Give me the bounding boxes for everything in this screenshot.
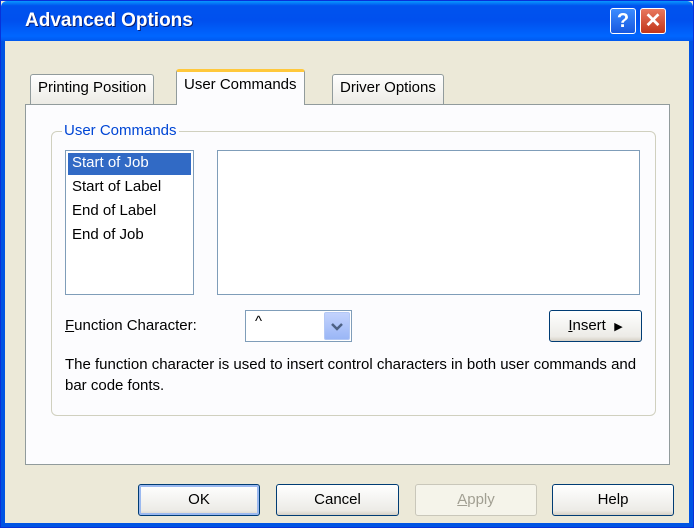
list-item-start-of-job[interactable]: Start of Job bbox=[68, 153, 191, 175]
apply-button-text: pply bbox=[467, 491, 495, 508]
function-character-value: ^ bbox=[255, 313, 263, 330]
play-arrow-icon: ▶ bbox=[614, 321, 623, 333]
window-border-right bbox=[689, 41, 693, 527]
insert-button-text: nsert bbox=[572, 317, 606, 334]
function-character-label: Function Character: bbox=[65, 317, 197, 334]
tab-user-commands[interactable]: User Commands bbox=[176, 69, 305, 105]
function-character-select[interactable]: ^ bbox=[245, 310, 352, 342]
list-item-end-of-label[interactable]: End of Label bbox=[68, 201, 191, 223]
title-bar[interactable]: Advanced Options ? ✕ bbox=[1, 1, 693, 41]
commands-listbox[interactable]: Start of Job Start of Label End of Label… bbox=[65, 150, 194, 295]
advanced-options-dialog: Advanced Options ? ✕ Printing Position U… bbox=[0, 0, 694, 528]
ok-button[interactable]: OK bbox=[138, 484, 260, 516]
insert-button[interactable]: Insert ▶ bbox=[549, 310, 642, 342]
function-character-description: The function character is used to insert… bbox=[65, 356, 637, 394]
group-legend: User Commands bbox=[62, 122, 179, 139]
window-border-left bbox=[1, 41, 5, 527]
list-item-end-of-job[interactable]: End of Job bbox=[68, 225, 191, 247]
help-title-button[interactable]: ? bbox=[610, 8, 636, 34]
function-character-label-text: unction Character: bbox=[74, 317, 197, 334]
tab-printing-position[interactable]: Printing Position bbox=[30, 74, 155, 104]
command-text-area[interactable] bbox=[217, 150, 640, 295]
window-border-bottom bbox=[1, 523, 693, 527]
user-commands-group: User Commands Start of Job Start of Labe… bbox=[51, 122, 656, 416]
window-title: Advanced Options bbox=[25, 10, 193, 31]
function-character-label-accel: F bbox=[65, 317, 75, 334]
list-item-start-of-label[interactable]: Start of Label bbox=[68, 177, 191, 199]
apply-button-accel: A bbox=[457, 491, 468, 508]
tab-driver-options[interactable]: Driver Options bbox=[332, 74, 444, 104]
chevron-down-icon[interactable] bbox=[324, 312, 350, 340]
cancel-button[interactable]: Cancel bbox=[276, 484, 399, 516]
user-commands-panel: User Commands Start of Job Start of Labe… bbox=[25, 104, 670, 465]
apply-button[interactable]: Apply bbox=[415, 484, 537, 516]
close-title-button[interactable]: ✕ bbox=[640, 8, 666, 34]
help-button[interactable]: Help bbox=[552, 484, 674, 516]
